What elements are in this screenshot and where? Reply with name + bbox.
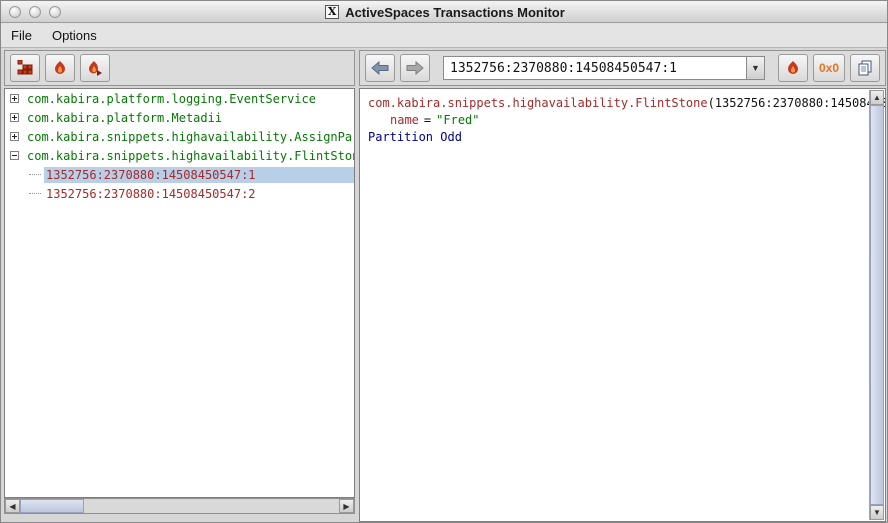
count-label: 0x0 — [819, 61, 839, 75]
tree-item-label: com.kabira.platform.Metadii — [25, 110, 224, 126]
combobox-dropdown-button[interactable]: ▼ — [746, 56, 765, 80]
scroll-left-button[interactable]: ◀ — [5, 499, 20, 513]
app-window: X ActiveSpaces Transactions Monitor File… — [0, 0, 888, 523]
scroll-right-button[interactable]: ▶ — [339, 499, 354, 513]
tree-item[interactable]: com.kabira.snippets.highavailability.Fli… — [5, 146, 354, 165]
equals-sign: = — [424, 113, 431, 127]
expand-toggle-icon[interactable] — [10, 113, 19, 122]
oid-address-input[interactable] — [443, 56, 746, 80]
field-line: name = "Fred" — [368, 112, 877, 129]
x11-app-icon: X — [325, 5, 339, 19]
object-detail-text: com.kabira.snippets.highavailability.Fli… — [360, 89, 885, 152]
chevron-down-icon: ▼ — [751, 63, 760, 73]
left-toolbar — [4, 50, 355, 86]
object-oid: (1352756:2370880:14508450547:1) — [708, 96, 886, 110]
expand-toggle-icon[interactable] — [10, 94, 19, 103]
object-detail-panel: com.kabira.snippets.highavailability.Fli… — [359, 88, 886, 522]
back-arrow-icon — [371, 61, 389, 75]
tree-item-label: com.kabira.snippets.highavailability.Fli… — [25, 148, 355, 164]
collapse-toggle-icon[interactable] — [10, 151, 19, 160]
oid-combobox: ▼ — [443, 56, 765, 80]
tree-connector — [29, 193, 41, 194]
partition-line: Partition Odd — [368, 129, 877, 146]
copy-button[interactable] — [850, 54, 880, 82]
tree-horizontal-scrollbar[interactable]: ◀ ▶ — [4, 498, 355, 514]
count-indicator-button[interactable]: 0x0 — [813, 54, 845, 82]
right-toolbar: ▼ 0x0 — [359, 50, 886, 86]
window-title: ActiveSpaces Transactions Monitor — [345, 5, 565, 20]
partition-label: Partition Odd — [368, 130, 462, 144]
scroll-up-button[interactable]: ▲ — [870, 90, 884, 105]
menu-options[interactable]: Options — [52, 28, 97, 43]
vertical-scroll-thumb[interactable] — [870, 105, 884, 505]
clear-button[interactable] — [45, 54, 75, 82]
clear-all-button[interactable] — [80, 54, 110, 82]
horizontal-scroll-track[interactable] — [84, 499, 339, 513]
blocks-icon — [17, 60, 33, 76]
menubar: File Options — [1, 23, 888, 48]
titlebar: X ActiveSpaces Transactions Monitor — [1, 1, 888, 23]
detail-vertical-scrollbar[interactable]: ▲ ▼ — [869, 90, 884, 520]
tree-child-label-selected: 1352756:2370880:14508450547:1 — [44, 167, 354, 183]
flame-icon — [52, 60, 68, 76]
back-button[interactable] — [365, 54, 395, 82]
scroll-down-button[interactable]: ▼ — [870, 505, 884, 520]
tree-connector — [29, 174, 41, 175]
copy-pages-icon — [857, 60, 873, 76]
tree-item[interactable]: com.kabira.platform.logging.EventService — [5, 89, 354, 108]
expand-toggle-icon[interactable] — [10, 132, 19, 141]
types-view-button[interactable] — [10, 54, 40, 82]
tree-child-item[interactable]: 1352756:2370880:14508450547:2 — [5, 184, 354, 203]
forward-arrow-icon — [406, 61, 424, 75]
tree-item[interactable]: com.kabira.snippets.highavailability.Ass… — [5, 127, 354, 146]
field-value: "Fred" — [436, 113, 479, 127]
horizontal-scroll-thumb[interactable] — [20, 499, 84, 513]
flame-icon — [785, 60, 801, 76]
menu-file[interactable]: File — [11, 28, 32, 43]
flame-arrow-icon — [87, 60, 103, 76]
refresh-clear-button[interactable] — [778, 54, 808, 82]
tree-item[interactable]: com.kabira.platform.Metadii — [5, 108, 354, 127]
object-class-name: com.kabira.snippets.highavailability.Fli… — [368, 96, 708, 110]
forward-button[interactable] — [400, 54, 430, 82]
object-header-line: com.kabira.snippets.highavailability.Fli… — [368, 95, 877, 112]
title-area: X ActiveSpaces Transactions Monitor — [1, 1, 888, 23]
tree-item-label: com.kabira.platform.logging.EventService — [25, 91, 318, 107]
object-tree-panel: com.kabira.platform.logging.EventService… — [4, 88, 355, 498]
tree-item-label: com.kabira.snippets.highavailability.Ass… — [25, 129, 355, 145]
tree-child-label: 1352756:2370880:14508450547:2 — [44, 186, 258, 202]
tree-child-item[interactable]: 1352756:2370880:14508450547:1 — [5, 165, 354, 184]
field-name: name — [390, 113, 419, 127]
